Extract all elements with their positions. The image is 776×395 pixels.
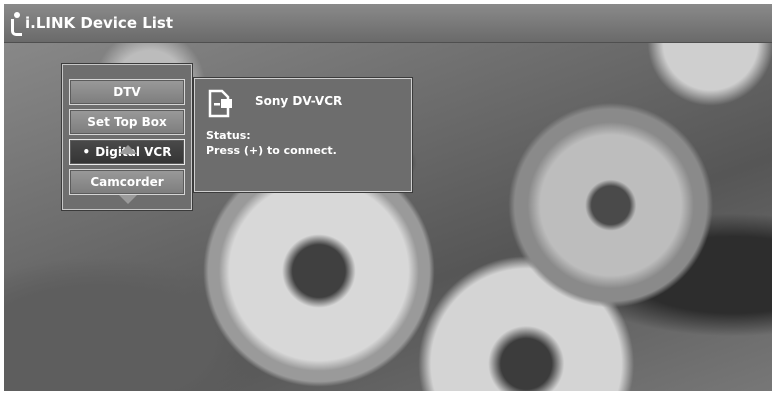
device-item-set-top-box[interactable]: Set Top Box xyxy=(69,109,185,135)
device-item-label: DTV xyxy=(113,85,141,99)
tv-screen: i.LINK Device List DTV Set Top Box • Dig… xyxy=(4,4,772,391)
ilink-logo-icon xyxy=(10,12,24,36)
up-arrow-icon[interactable] xyxy=(119,145,137,154)
down-arrow-icon[interactable] xyxy=(119,195,137,204)
status-label: Status: xyxy=(206,129,251,142)
status-text: Press (+) to connect. xyxy=(206,144,337,157)
device-item-dtv[interactable]: DTV xyxy=(69,79,185,105)
device-info-panel: Sony DV-VCR Status: Press (+) to connect… xyxy=(194,78,412,192)
device-item-camcorder[interactable]: Camcorder xyxy=(69,169,185,195)
device-list-menu: DTV Set Top Box • Digital VCR Camcorder xyxy=(62,64,192,210)
device-item-label: Camcorder xyxy=(90,175,164,189)
title-bar: i.LINK Device List xyxy=(4,4,772,43)
page-title: i.LINK Device List xyxy=(25,14,174,32)
selected-bullet-icon: • xyxy=(82,145,91,159)
device-name: Sony DV-VCR xyxy=(255,94,343,108)
vcr-device-icon xyxy=(208,89,232,118)
device-item-label: Set Top Box xyxy=(87,115,167,129)
